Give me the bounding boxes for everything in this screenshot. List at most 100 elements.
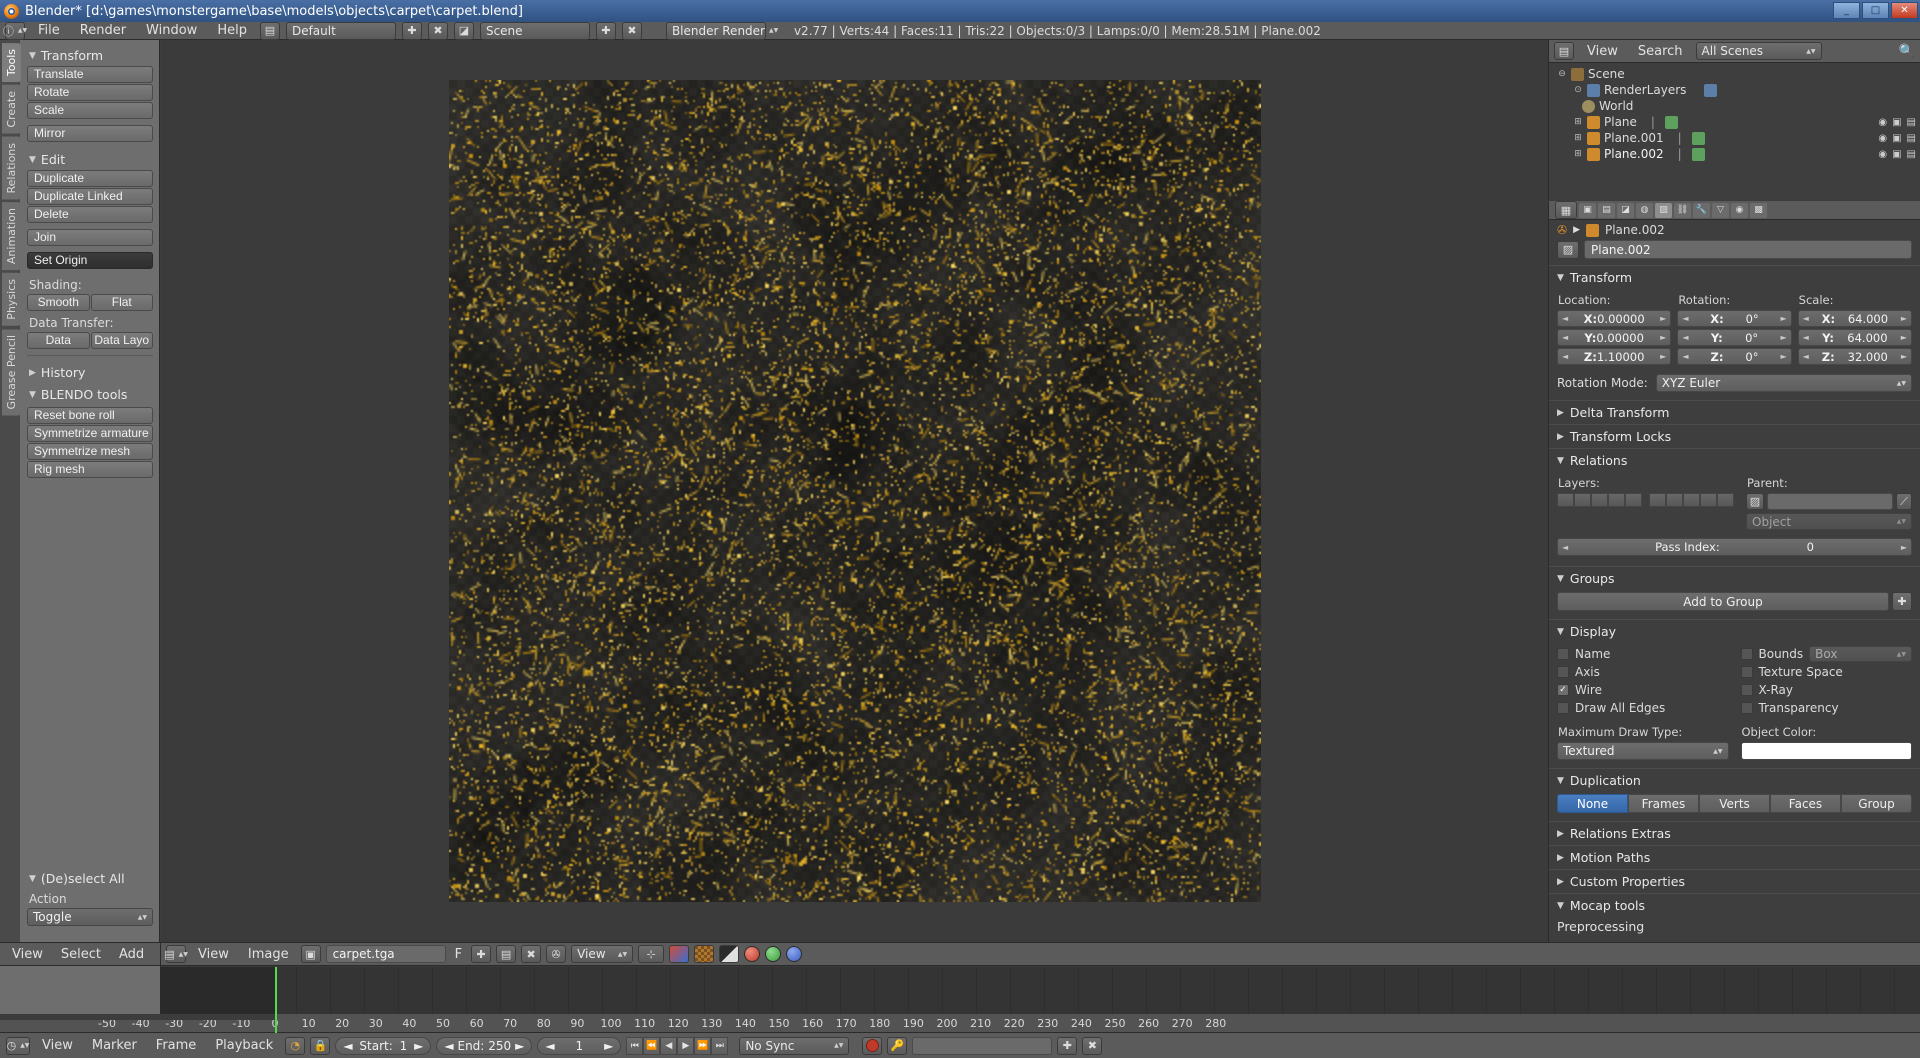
eye-icon[interactable]: ◉ bbox=[1878, 133, 1887, 144]
chevron-left-icon[interactable]: ◄ bbox=[343, 1039, 352, 1053]
expand-toggle[interactable]: ⊖ bbox=[1557, 69, 1567, 79]
timeline-editor-icon[interactable]: ◷▲▼ bbox=[6, 1037, 30, 1055]
timeline-menu-view[interactable]: View bbox=[35, 1038, 80, 1053]
layer-cell[interactable] bbox=[1666, 493, 1683, 507]
panel-edit-header[interactable]: ▼ Edit bbox=[27, 148, 153, 170]
symmetrize-armature-button[interactable]: Symmetrize armature bbox=[27, 425, 153, 442]
eyedropper-icon[interactable]: ⟋ bbox=[1896, 493, 1912, 510]
start-frame-field[interactable]: ◄ Start: 1 ► bbox=[335, 1037, 431, 1055]
panel-history-header[interactable]: ▶ History bbox=[27, 361, 153, 383]
checkbox-box[interactable] bbox=[1557, 666, 1569, 678]
carpet-texture-plane[interactable] bbox=[449, 80, 1261, 902]
outliner-row-plane-001[interactable]: ⊞ Plane.001 | ◉ ▣ ▤ bbox=[1549, 130, 1920, 146]
plus-icon[interactable]: ✚ bbox=[1892, 592, 1912, 611]
magnifier-icon[interactable]: 🔍 bbox=[1899, 44, 1915, 59]
chevron-right-icon[interactable]: ► bbox=[515, 1039, 524, 1053]
screen-layout-selector[interactable]: Default bbox=[286, 22, 396, 40]
lock-icon[interactable]: 🔒 bbox=[310, 1037, 330, 1055]
duplication-options[interactable]: None Frames Verts Faces Group bbox=[1557, 794, 1912, 813]
delete-scene-button[interactable]: ✖ bbox=[622, 22, 642, 40]
tab-texture[interactable]: ▩ bbox=[1750, 203, 1767, 218]
timeline-ruler[interactable]: -50-40-30-20-100102030405060708090100110… bbox=[0, 1014, 1920, 1033]
sync-mode-select[interactable]: No Sync▲▼ bbox=[739, 1037, 849, 1055]
panel-relations-header[interactable]: ▼ Relations bbox=[1549, 449, 1920, 472]
layers-grid[interactable] bbox=[1557, 493, 1734, 507]
chevron-right-icon[interactable]: ► bbox=[1660, 352, 1666, 361]
duplication-option-faces[interactable]: Faces bbox=[1770, 794, 1841, 813]
chevron-right-icon[interactable]: ► bbox=[1660, 314, 1666, 323]
outliner-row-renderlayers[interactable]: ⊙ RenderLayers bbox=[1549, 82, 1920, 98]
location-z-field[interactable]: ◄ Z:1.10000 ► bbox=[1557, 348, 1671, 365]
parent-type-select[interactable]: Object ▲▼ bbox=[1746, 513, 1912, 530]
rotation-y-field[interactable]: ◄ Y: 0° ► bbox=[1677, 329, 1791, 346]
rotate-button[interactable]: Rotate bbox=[27, 84, 153, 101]
pivot-icon[interactable]: ⊹ bbox=[638, 945, 664, 963]
rotation-x-field[interactable]: ◄ X: 0° ► bbox=[1677, 310, 1791, 327]
checkbox-transparency[interactable]: Transparency bbox=[1741, 699, 1913, 717]
panel-duplication-header[interactable]: ▼ Duplication bbox=[1549, 769, 1920, 792]
checkbox-box[interactable] bbox=[1741, 666, 1753, 678]
uv-image-editor-icon[interactable]: ▤▲▼ bbox=[166, 945, 186, 963]
next-keyframe-icon[interactable]: ⏩ bbox=[694, 1037, 711, 1055]
tab-tools[interactable]: Tools bbox=[2, 43, 21, 82]
chevron-left-icon[interactable]: ◄ bbox=[1803, 352, 1809, 361]
duplication-option-none[interactable]: None bbox=[1557, 794, 1628, 813]
expand-toggle[interactable]: ⊞ bbox=[1573, 149, 1583, 159]
properties-editor-icon[interactable]: ▦ bbox=[1555, 201, 1577, 219]
rotation-z-field[interactable]: ◄ Z: 0° ► bbox=[1677, 348, 1791, 365]
blue-channel-swatch[interactable] bbox=[786, 946, 802, 962]
chevron-right-icon[interactable]: ► bbox=[1901, 333, 1907, 342]
chevron-left-icon[interactable]: ◄ bbox=[444, 1039, 453, 1053]
layers-group-a[interactable] bbox=[1557, 493, 1642, 507]
panel-transform-header[interactable]: ▼ Transform bbox=[1549, 266, 1920, 289]
layer-cell[interactable] bbox=[1717, 493, 1734, 507]
prev-keyframe-icon[interactable]: ⏪ bbox=[643, 1037, 660, 1055]
layer-cell[interactable] bbox=[1683, 493, 1700, 507]
editor-type-icon[interactable]: ⓘ▲▼ bbox=[5, 22, 25, 40]
unlink-image-button[interactable]: ✖ bbox=[521, 945, 541, 963]
tab-relations[interactable]: Relations bbox=[2, 137, 21, 200]
timeline-menu-frame[interactable]: Frame bbox=[149, 1038, 204, 1053]
scene-selector[interactable]: Scene bbox=[480, 22, 590, 40]
location-x-field[interactable]: ◄ X:0.00000 ► bbox=[1557, 310, 1671, 327]
maximize-button[interactable]: □ bbox=[1862, 2, 1889, 19]
cursor-icon[interactable]: ▣ bbox=[1892, 117, 1901, 128]
shade-flat-button[interactable]: Flat bbox=[91, 294, 154, 311]
keying-set-field[interactable] bbox=[912, 1037, 1052, 1055]
tab-physics[interactable]: Physics bbox=[2, 273, 21, 326]
panel-mocap-tools-header[interactable]: ▼ Mocap tools bbox=[1549, 894, 1920, 917]
layer-cell[interactable] bbox=[1608, 493, 1625, 507]
play-icon[interactable]: ▶ bbox=[677, 1037, 694, 1055]
tab-scene[interactable]: ◪ bbox=[1617, 203, 1634, 218]
symmetrize-mesh-button[interactable]: Symmetrize mesh bbox=[27, 443, 153, 460]
delete-screen-button[interactable]: ✖ bbox=[428, 22, 448, 40]
timeline-scrub-region[interactable] bbox=[0, 1014, 275, 1020]
chevron-left-icon[interactable]: ◄ bbox=[1682, 352, 1688, 361]
visibility-toggles[interactable]: ◉ ▣ ▤ bbox=[1878, 133, 1916, 144]
panel-motion-paths-header[interactable]: ▶ Motion Paths bbox=[1549, 846, 1920, 869]
chevron-left-icon[interactable]: ◄ bbox=[1562, 314, 1568, 323]
eye-icon[interactable]: ◉ bbox=[1878, 117, 1887, 128]
operator-action-select[interactable]: Toggle ▲▼ bbox=[27, 908, 153, 926]
chevron-right-icon[interactable]: ► bbox=[604, 1039, 613, 1053]
layer-cell[interactable] bbox=[1649, 493, 1666, 507]
dope-menu-select[interactable]: Select bbox=[54, 947, 108, 962]
operator-panel-header[interactable]: ▼ (De)select All bbox=[27, 867, 153, 889]
chevron-right-icon[interactable]: ► bbox=[1901, 314, 1907, 323]
bounds-type-select[interactable]: Box ▲▼ bbox=[1809, 646, 1912, 662]
alpha-icon[interactable] bbox=[694, 945, 714, 963]
tab-object[interactable]: ▨ bbox=[1655, 203, 1672, 218]
chevron-left-icon[interactable]: ◄ bbox=[1682, 314, 1688, 323]
add-to-group-button[interactable]: Add to Group bbox=[1557, 592, 1889, 611]
checkbox-box[interactable] bbox=[1557, 648, 1569, 660]
new-image-button[interactable]: ✚ bbox=[471, 945, 491, 963]
duplicate-linked-button[interactable]: Duplicate Linked bbox=[27, 188, 153, 205]
keying-remove-button[interactable]: ✖ bbox=[1082, 1037, 1102, 1055]
minimize-button[interactable]: _ bbox=[1833, 2, 1860, 19]
checkbox-x-ray[interactable]: X-Ray bbox=[1741, 681, 1913, 699]
max-draw-type-select[interactable]: Textured ▲▼ bbox=[1557, 742, 1729, 760]
checkbox-axis[interactable]: Axis bbox=[1557, 663, 1729, 681]
checkbox-box[interactable] bbox=[1741, 702, 1753, 714]
screen-layout-icon[interactable]: ▤ bbox=[260, 22, 280, 40]
camera-icon[interactable]: ▤ bbox=[1907, 149, 1916, 160]
